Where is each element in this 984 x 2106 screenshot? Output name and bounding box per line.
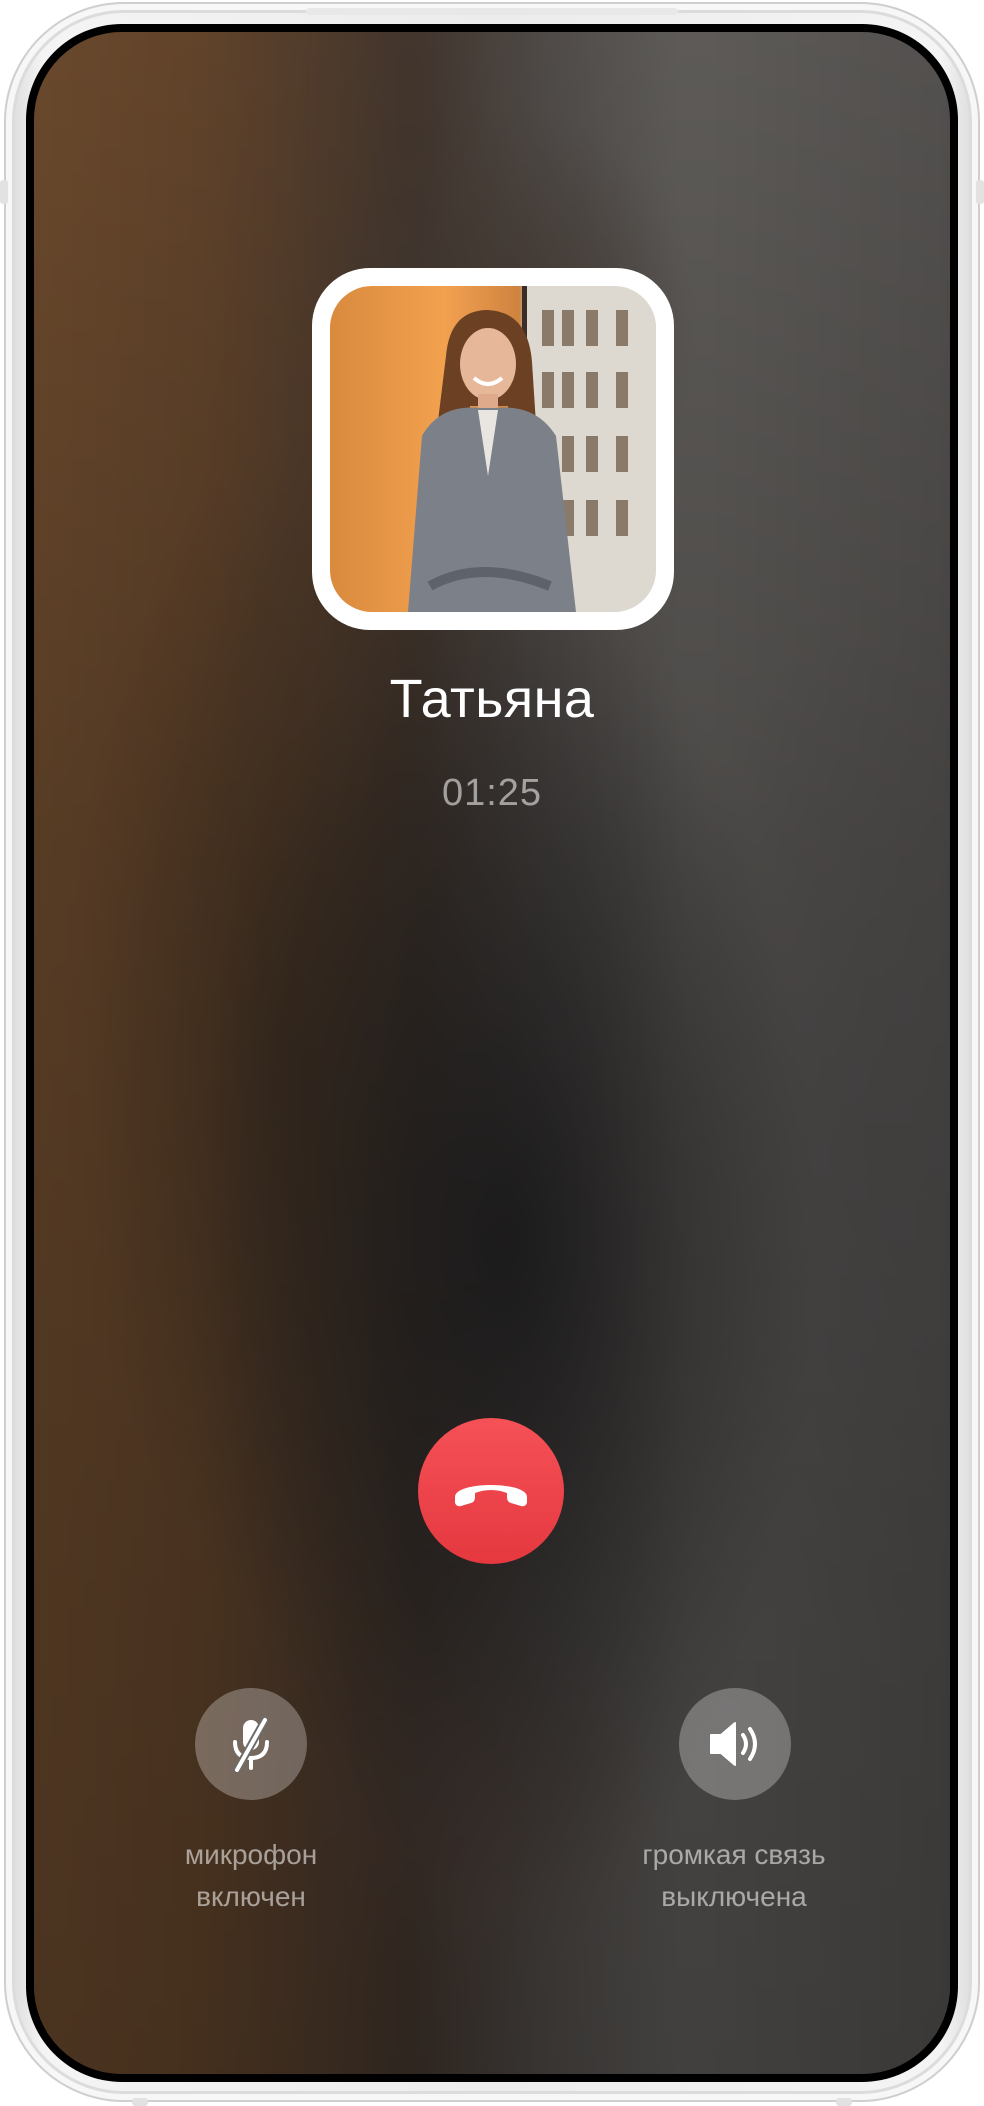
side-button-left (0, 180, 8, 204)
contact-avatar-frame (312, 268, 674, 630)
phone-hangup-icon (455, 1485, 527, 1507)
microphone-status-label: микрофон включен (101, 1834, 401, 1918)
speaker-status-label: громкая связь выключена (564, 1834, 904, 1918)
microphone-label-line2: включен (196, 1881, 306, 1912)
speaker-toggle-button[interactable] (679, 1688, 791, 1800)
phone-device: Татьяна 01:25 микрофон включен громкая с… (0, 0, 984, 2106)
speaker-label-line1: громкая связь (642, 1839, 826, 1870)
avatar-photo (408, 286, 656, 612)
side-button-right (976, 180, 984, 204)
contact-name: Татьяна (389, 669, 595, 729)
call-duration: 01:25 (441, 772, 543, 814)
speaker-icon (710, 1722, 757, 1766)
call-screen: Татьяна 01:25 микрофон включен громкая с… (34, 32, 950, 2074)
microphone-label-line1: микрофон (184, 1839, 318, 1870)
speaker-label-line2: выключена (661, 1881, 807, 1912)
microphone-muted-icon (233, 1716, 269, 1772)
bottom-edge-detail-right (836, 2098, 852, 2106)
contact-avatar (330, 286, 656, 612)
end-call-button[interactable] (418, 1418, 564, 1564)
microphone-toggle-button[interactable] (195, 1688, 307, 1800)
top-edge-detail (306, 8, 678, 15)
bottom-edge-detail-left (132, 2098, 148, 2106)
